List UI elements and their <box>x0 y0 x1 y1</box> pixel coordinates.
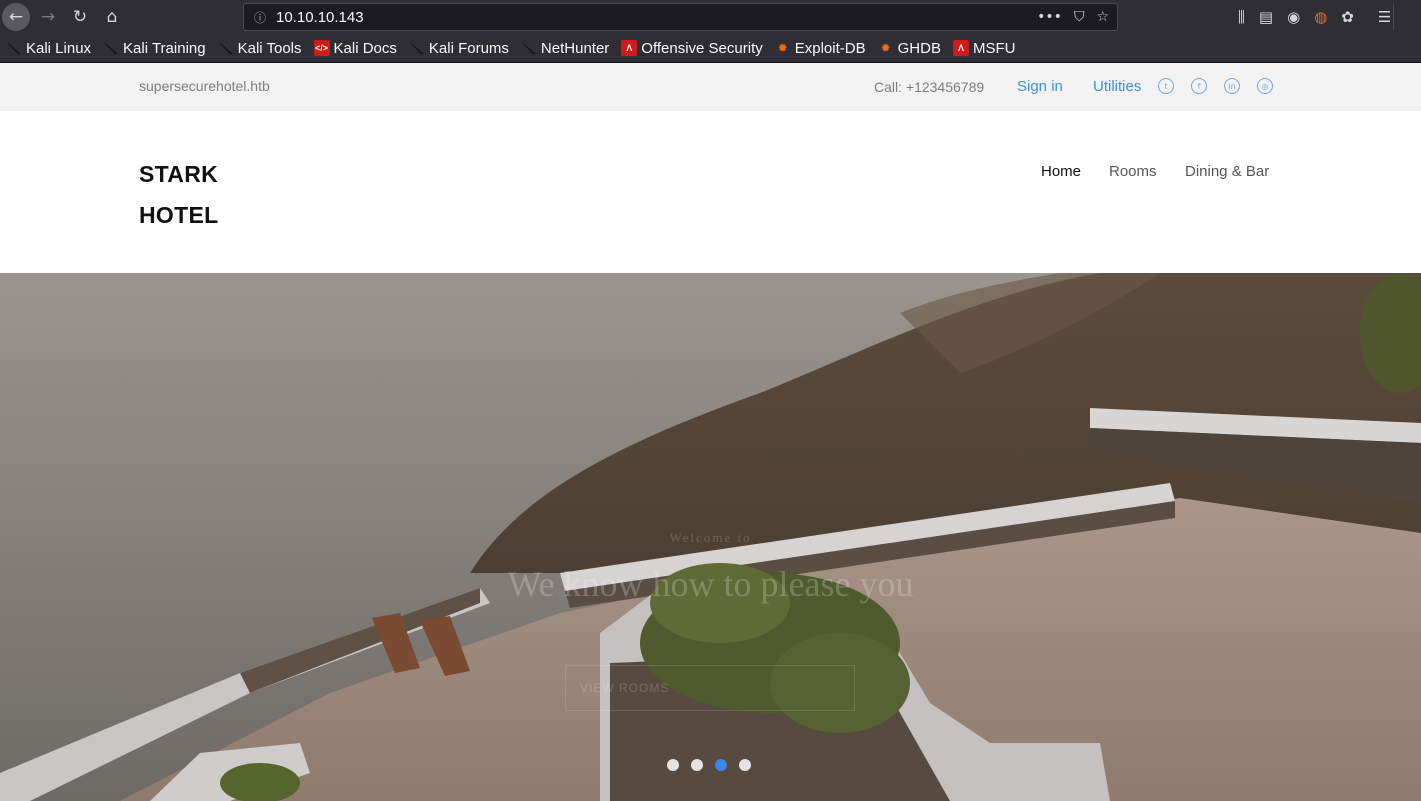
bookmark-label: Kali Tools <box>237 39 302 57</box>
bookmark-kali-docs[interactable]: </> Kali Docs <box>313 39 397 57</box>
nav-dining-bar[interactable]: Dining & Bar <box>1185 163 1269 180</box>
kali-dragon-icon <box>409 40 425 56</box>
slider-dot-4[interactable] <box>739 759 751 771</box>
pocket-icon[interactable]: ⛉ <box>1074 9 1085 25</box>
library-icon[interactable]: ⫼ <box>1238 8 1245 26</box>
menu-icon[interactable]: ☰ <box>1378 8 1391 26</box>
bookmark-ghdb[interactable]: ✹ GHDB <box>878 40 941 57</box>
facebook-icon[interactable]: f <box>1191 78 1207 94</box>
bookmark-label: NetHunter <box>540 39 610 57</box>
sidebar-icon[interactable]: ▤ <box>1259 8 1273 26</box>
view-rooms-button[interactable]: VIEW ROOMS <box>565 665 855 711</box>
bookmark-nethunter[interactable]: NetHunter <box>521 40 609 57</box>
bookmark-kali-forums[interactable]: Kali Forums <box>409 40 509 57</box>
bookmark-label: Offensive Security <box>641 39 763 57</box>
url-bar[interactable]: ⓘ 10.10.10.143 ••• ⛉ ☆ <box>243 3 1118 31</box>
bookmark-label: GHDB <box>897 39 941 57</box>
nav-rooms[interactable]: Rooms <box>1109 163 1157 180</box>
utilities-link[interactable]: Utilities <box>1093 78 1141 95</box>
back-icon[interactable]: ← <box>2 3 30 31</box>
offsec-icon: Ʌ <box>952 40 969 56</box>
signin-link[interactable]: Sign in <box>1017 78 1063 95</box>
offsec-icon: Ʌ <box>621 40 638 56</box>
bookmark-label: Kali Docs <box>333 39 397 57</box>
bookmark-exploit-db[interactable]: ✹ Exploit-DB <box>775 40 866 57</box>
hero-subtitle: Welcome to <box>669 530 752 545</box>
bookmark-kali-tools[interactable]: Kali Tools <box>218 40 302 57</box>
slider-dot-1[interactable] <box>667 759 679 771</box>
bookmark-kali-linux[interactable]: Kali Linux <box>6 40 91 57</box>
account-icon[interactable]: ◉ <box>1287 8 1300 26</box>
forward-icon[interactable]: → <box>34 3 62 31</box>
site-logo[interactable]: STARK HOTEL <box>139 154 259 236</box>
reload-icon[interactable]: ↻ <box>66 3 94 31</box>
cookie-icon[interactable]: ✿ <box>1341 8 1354 26</box>
bookmark-label: Kali Training <box>123 39 206 57</box>
extension-icon[interactable]: ◍ <box>1314 8 1327 26</box>
dribbble-icon[interactable]: ◎ <box>1257 78 1273 94</box>
site-domain: supersecurehotel.htb <box>139 78 270 94</box>
toolbar-divider <box>1393 4 1394 30</box>
bookmark-offensive-security[interactable]: Ʌ Offensive Security <box>621 39 763 57</box>
kali-dragon-icon <box>521 40 537 56</box>
exploitdb-icon: ✹ <box>880 41 891 55</box>
site-header: STARK HOTEL Home Rooms Dining & Bar <box>0 111 1421 273</box>
bookmark-label: Kali Linux <box>26 39 92 57</box>
kali-dragon-icon <box>218 40 234 56</box>
bookmark-star-icon[interactable]: ☆ <box>1096 9 1109 25</box>
kali-dragon-icon <box>103 40 119 56</box>
slider-dot-3[interactable] <box>715 759 727 771</box>
exploitdb-icon: ✹ <box>777 41 788 55</box>
site-topbar: supersecurehotel.htb Call: +123456789 Si… <box>0 63 1421 111</box>
kali-dragon-icon <box>6 40 22 56</box>
page-actions-icon[interactable]: ••• <box>1037 9 1062 25</box>
bookmarks-bar: Kali Linux Kali Training Kali Tools </> … <box>0 34 1421 63</box>
slider-dots <box>667 759 751 771</box>
nav-home[interactable]: Home <box>1041 163 1081 180</box>
logo-line-1: STARK <box>139 161 219 187</box>
slider-dot-2[interactable] <box>691 759 703 771</box>
url-text[interactable]: 10.10.10.143 <box>276 9 1037 26</box>
bookmark-msfu[interactable]: Ʌ MSFU <box>952 39 1016 57</box>
info-icon[interactable]: ⓘ <box>244 9 276 26</box>
hero-title: We know how to please you <box>507 564 914 604</box>
toolbar-right: ⫼ ▤ ◉ ◍ ✿ ☰ <box>1238 4 1394 30</box>
hero-slider: Welcome to We know how to please you VIE… <box>0 273 1421 801</box>
twitter-icon[interactable]: t <box>1158 78 1174 94</box>
logo-line-2: HOTEL <box>139 202 219 228</box>
kali-docs-icon: </> <box>313 40 330 56</box>
bookmark-label: Kali Forums <box>428 39 509 57</box>
home-icon[interactable]: ⌂ <box>98 3 126 31</box>
linkedin-icon[interactable]: in <box>1224 78 1240 94</box>
browser-toolbar: ← → ↻ ⌂ ⓘ 10.10.10.143 ••• ⛉ ☆ ⫼ ▤ ◉ ◍ ✿… <box>0 0 1421 34</box>
bookmark-kali-training[interactable]: Kali Training <box>103 40 206 57</box>
bookmark-label: Exploit-DB <box>794 39 866 57</box>
call-number: Call: +123456789 <box>874 79 985 95</box>
bookmark-label: MSFU <box>972 39 1016 57</box>
